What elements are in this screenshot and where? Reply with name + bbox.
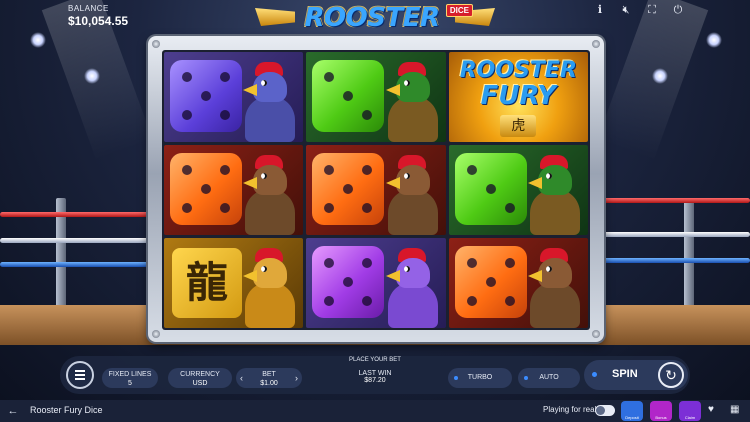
turbo-button[interactable]: TURBO [448, 368, 512, 388]
auto-indicator [524, 376, 528, 380]
currency-selector[interactable]: CURRENCY USD [168, 368, 232, 388]
frame-bolt [152, 40, 160, 48]
balance-value: $10,054.55 [68, 14, 129, 28]
dragon-kanji-tile: 龍 [172, 248, 242, 318]
game-logo: ROOSTER FURY DICE [255, 0, 495, 69]
spin-refresh-icon[interactable]: ↻ [658, 362, 684, 388]
place-your-bet-text: PLACE YOUR BET [349, 357, 401, 363]
ring-post [684, 198, 694, 308]
die-five [312, 153, 385, 225]
rooster-character [522, 248, 584, 328]
currency-label: CURRENCY [180, 371, 220, 378]
rooster-character [380, 62, 442, 142]
game-grid-icon[interactable]: ▦ [730, 404, 739, 415]
ring-rope [0, 238, 150, 243]
ring-rope [600, 232, 750, 237]
logo-symbol-line2: FURY [480, 81, 556, 111]
spin-button[interactable]: SPIN ↻ [584, 360, 688, 390]
die-five [312, 246, 385, 318]
info-icon[interactable]: ℹ [594, 4, 606, 16]
symbol-dragon-glyph-rooster: 龍 [164, 238, 304, 328]
bonus-deposit-promo[interactable]: Deposit [621, 401, 643, 421]
fixed-lines-display: FIXED LINES 5 [102, 368, 158, 388]
die-three [312, 60, 385, 132]
symbol-rooster-fury-logo: ROOSTER FURY 虎 [448, 52, 588, 142]
symbol-orange-die-rooster [164, 145, 304, 235]
play-mode-toggle[interactable] [595, 405, 615, 416]
playing-for-real-label: Playing for real [543, 405, 597, 414]
spin-label: SPIN [612, 368, 638, 380]
arena-light [30, 32, 46, 48]
rooster-character [237, 62, 299, 142]
reel-grid: ROOSTER FURY 虎 龍 [164, 52, 588, 328]
die-three [454, 153, 527, 225]
ring-rope [0, 212, 150, 217]
logo-badge: DICE [445, 4, 473, 17]
frame-bolt [592, 40, 600, 48]
rooster-character [522, 155, 584, 235]
auto-button[interactable]: AUTO [518, 368, 580, 388]
spin-indicator [592, 372, 597, 377]
power-icon[interactable]: ⏻ [672, 4, 684, 16]
fullscreen-icon[interactable]: ⛶ [646, 4, 658, 16]
turbo-indicator [454, 376, 458, 380]
logo-text: ROOSTER FURY [304, 3, 440, 69]
last-win-value: $87.20 [364, 377, 386, 384]
bonus-promo[interactable]: Bonus [650, 401, 672, 421]
logo-symbol: ROOSTER FURY 虎 [449, 52, 588, 142]
frame-bolt [592, 330, 600, 338]
ring-rope [600, 198, 750, 203]
ring-rope [600, 258, 750, 263]
back-arrow-icon[interactable]: ← [6, 404, 20, 418]
top-toolbar: ℹ 🔇︎ ⛶ ⏻ [594, 4, 684, 16]
logo-symbol-line1: ROOSTER [459, 58, 577, 83]
reel-frame: ROOSTER FURY 虎 龍 [148, 36, 604, 342]
bet-increase-button[interactable]: › [295, 370, 298, 386]
balance-display: BALANCE $10,054.55 [68, 4, 128, 28]
bet-selector: ‹ BET $1.00 › [236, 368, 302, 388]
favorite-heart-icon[interactable]: ♥ [708, 404, 714, 415]
footer-bar: ← Rooster Fury Dice Playing for real Dep… [0, 400, 750, 422]
rooster-character [237, 248, 299, 328]
symbol-purple-die-rooster [164, 52, 304, 142]
bet-decrease-button[interactable]: ‹ [240, 370, 243, 386]
frame-bolt [152, 330, 160, 338]
arena-light [706, 32, 722, 48]
rooster-character [237, 155, 299, 235]
bet-label: BET [262, 371, 276, 378]
menu-icon [75, 370, 85, 372]
promo-label: Deposit [625, 415, 639, 420]
rooster-character [380, 248, 442, 328]
arena-light [84, 68, 100, 84]
symbol-orange-die-rooster [448, 238, 588, 328]
promo-label: Claim [684, 415, 696, 420]
die-five [170, 60, 242, 132]
mute-icon[interactable]: 🔇︎ [620, 4, 632, 16]
ring-rope [0, 262, 150, 267]
last-win-display: LAST WIN $87.20 [350, 370, 400, 384]
currency-value: USD [192, 380, 208, 387]
jackpot-claim-promo[interactable]: Claim [679, 401, 701, 421]
tiger-kanji-badge: 虎 [500, 115, 537, 137]
die-five [170, 153, 242, 225]
menu-button[interactable] [66, 361, 94, 389]
last-win-label: LAST WIN [358, 370, 392, 377]
balance-label: BALANCE [68, 4, 109, 13]
die-five [454, 246, 527, 318]
symbol-green-die-rooster [306, 52, 446, 142]
game-title: Rooster Fury Dice [30, 405, 103, 415]
symbol-orange-die-rooster [306, 145, 446, 235]
symbol-violet-die-rooster [306, 238, 446, 328]
fixed-lines-value: 5 [128, 380, 132, 387]
bet-value: $1.00 [260, 380, 278, 387]
promo-label: Bonus [655, 415, 667, 420]
symbol-green-die-rooster [448, 145, 588, 235]
rooster-character [380, 155, 442, 235]
fixed-lines-label: FIXED LINES [108, 371, 152, 378]
arena-light [652, 68, 668, 84]
